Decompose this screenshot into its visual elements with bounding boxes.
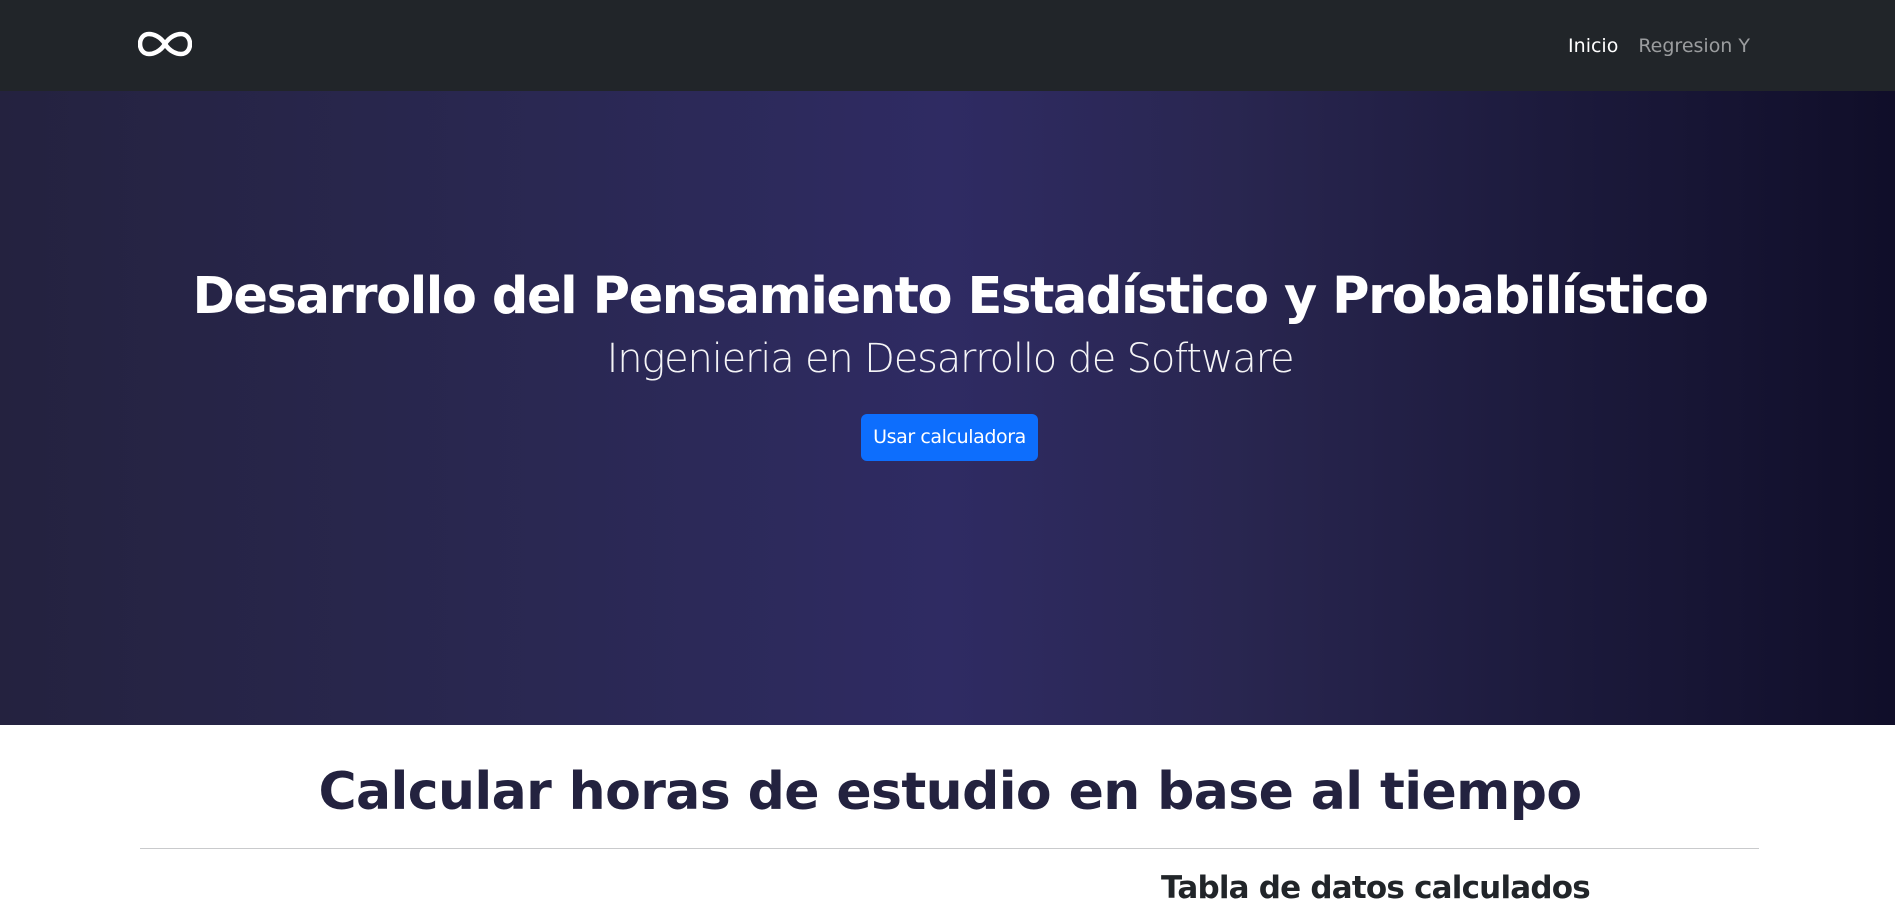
use-calculator-button[interactable]: Usar calculadora (861, 414, 1038, 461)
infinity-icon (137, 31, 193, 57)
hero-subtitle: Ingenieria en Desarrollo de Software (606, 336, 1295, 382)
table-heading: Tabla de datos calculados (1161, 870, 1591, 906)
nav-link-regresion-y[interactable]: Regresion Y (1638, 35, 1750, 57)
nav-link-inicio[interactable]: Inicio (1568, 35, 1618, 57)
section-title: Calcular horas de estudio en base al tie… (318, 762, 1582, 822)
hero-title: Desarrollo del Pensamiento Estadístico y… (192, 267, 1708, 326)
brand-logo[interactable] (137, 28, 193, 60)
divider (140, 848, 1759, 849)
nav-links: Inicio Regresion Y (1568, 0, 1750, 91)
navbar: Inicio Regresion Y (0, 0, 1895, 91)
hero-section: Desarrollo del Pensamiento Estadístico y… (0, 91, 1895, 725)
